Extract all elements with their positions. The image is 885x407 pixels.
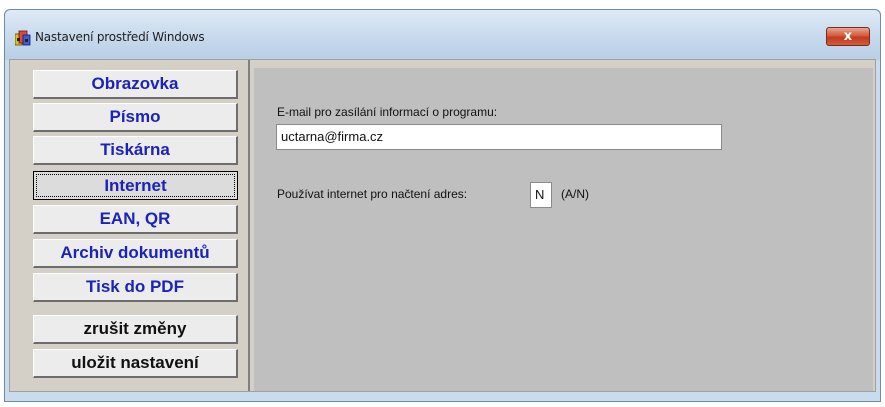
- dialog-client-area: Obrazovka Písmo Tiskárna Internet EAN, Q…: [9, 59, 876, 392]
- nav-button-obrazovka[interactable]: Obrazovka: [33, 70, 238, 99]
- nav-button-archiv-dokumentu[interactable]: Archiv dokumentů: [33, 239, 238, 268]
- settings-app-icon: [15, 30, 31, 46]
- discard-changes-button[interactable]: zrušit změny: [33, 315, 238, 344]
- title-bar[interactable]: Nastavení prostředí Windows x: [5, 10, 880, 60]
- use-internet-field[interactable]: N: [530, 182, 552, 208]
- window-title: Nastavení prostředí Windows: [35, 30, 205, 44]
- use-internet-hint: (A/N): [561, 187, 589, 201]
- internet-settings-panel: E-mail pro zasílání informací o programu…: [254, 68, 873, 391]
- nav-button-tisk-do-pdf[interactable]: Tisk do PDF: [33, 273, 238, 302]
- close-icon: x: [843, 29, 853, 44]
- settings-window: Nastavení prostředí Windows x Obrazovka …: [4, 9, 881, 402]
- sidebar: Obrazovka Písmo Tiskárna Internet EAN, Q…: [10, 60, 250, 391]
- nav-button-internet[interactable]: Internet: [33, 171, 238, 200]
- nav-button-ean-qr[interactable]: EAN, QR: [33, 205, 238, 234]
- close-button[interactable]: x: [826, 27, 870, 46]
- use-internet-label: Používat internet pro načtení adres:: [277, 187, 468, 201]
- nav-button-pismo[interactable]: Písmo: [33, 103, 238, 132]
- email-label: E-mail pro zasílání informací o programu…: [277, 105, 498, 119]
- nav-button-tiskarna[interactable]: Tiskárna: [33, 136, 238, 165]
- email-field[interactable]: uctarna@firma.cz: [276, 124, 722, 150]
- save-settings-button[interactable]: uložit nastavení: [33, 349, 238, 378]
